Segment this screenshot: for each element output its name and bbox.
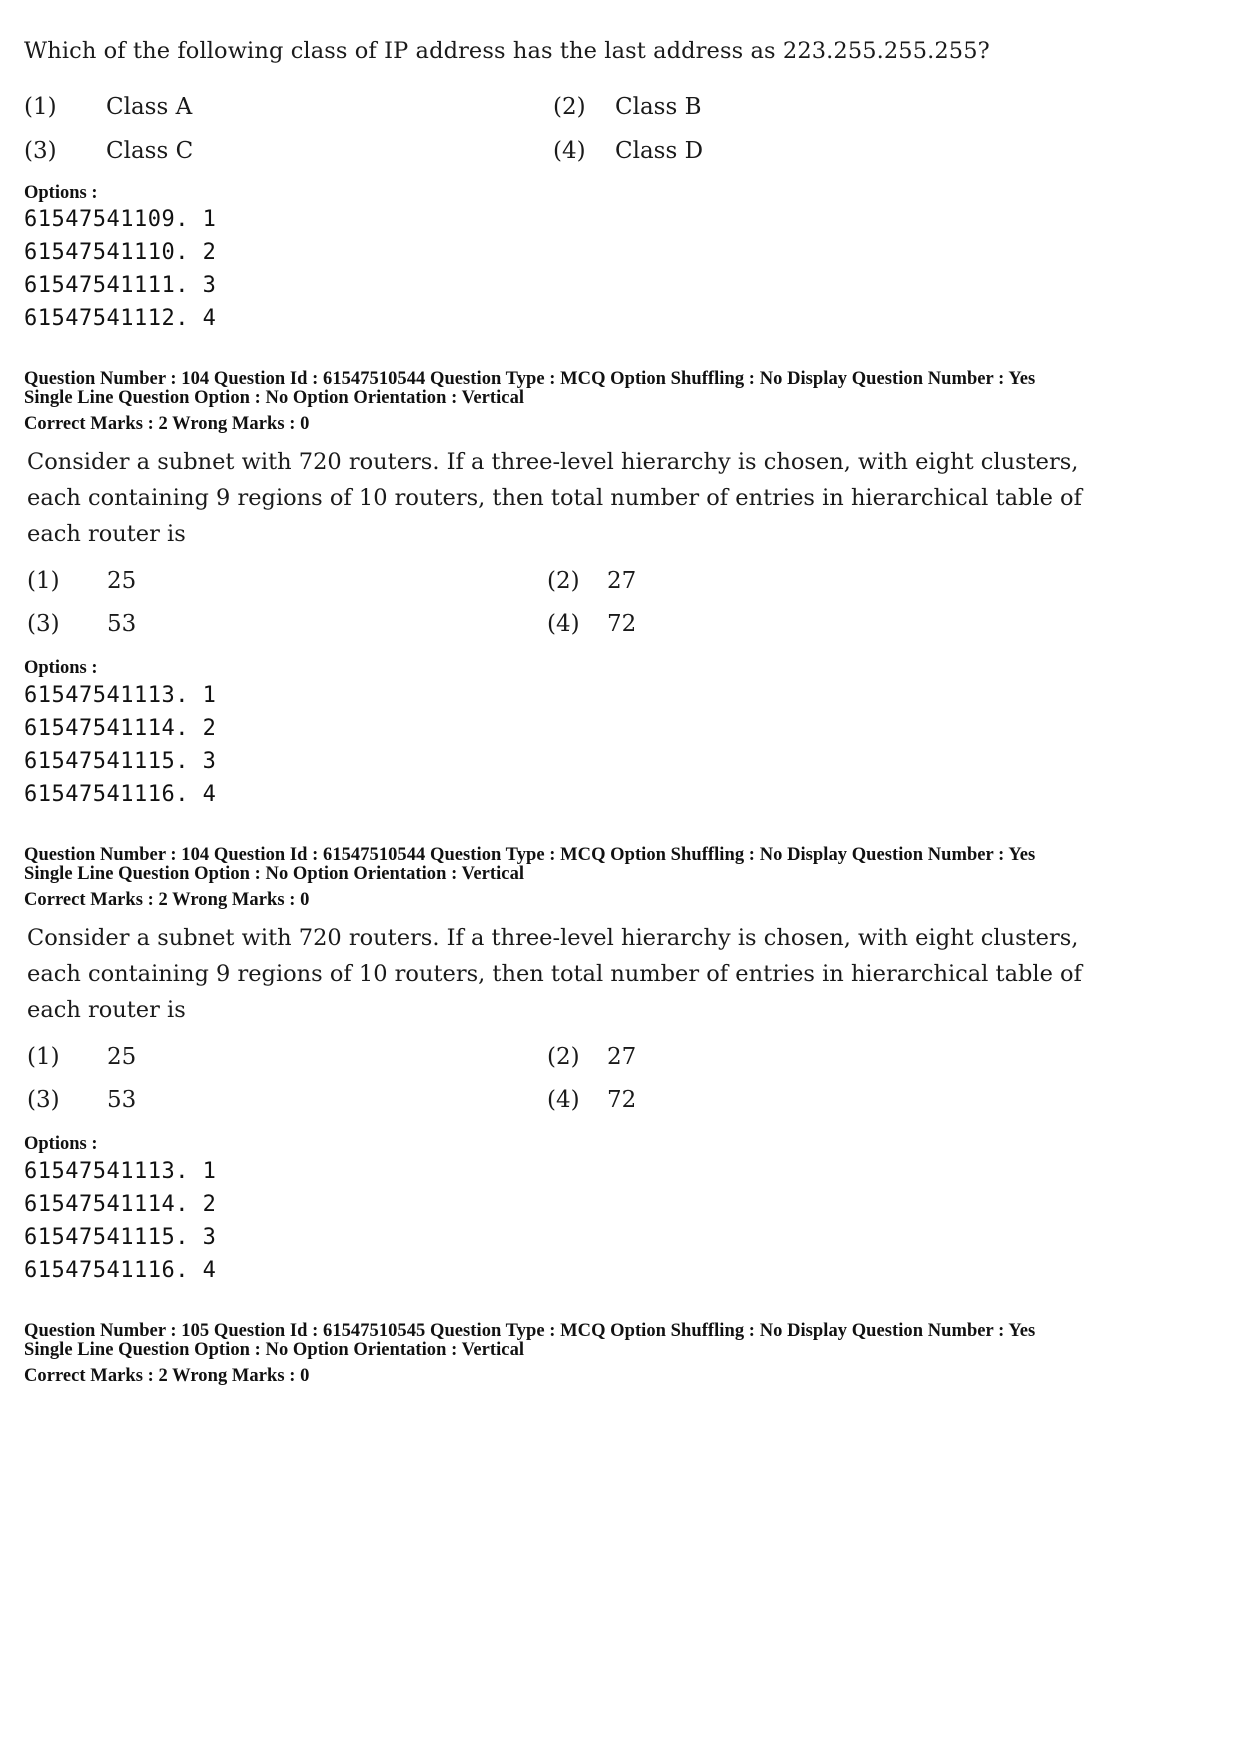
question-text-line: Consider a subnet with 720 routers. If a… <box>27 925 1079 951</box>
option-code: 61547541110. 2 <box>24 240 217 265</box>
choice-text: Class D <box>615 138 704 164</box>
choice-number: (1) <box>27 1044 60 1070</box>
choice-number: (1) <box>27 568 60 594</box>
option-code: 61547541115. 3 <box>24 1225 217 1250</box>
option-code: 61547541113. 1 <box>24 1159 217 1184</box>
choice-text: Class A <box>106 94 193 120</box>
choice-number: (4) <box>547 611 580 637</box>
question-meta-line: Single Line Question Option : No Option … <box>24 388 525 408</box>
option-code: 61547541113. 1 <box>24 683 217 708</box>
marks-line: Correct Marks : 2 Wrong Marks : 0 <box>24 890 310 910</box>
options-label: Options : <box>24 1134 98 1154</box>
question-text-line: each router is <box>27 521 186 547</box>
question-text-line: each containing 9 regions of 10 routers,… <box>27 485 1082 511</box>
question-meta-line: Question Number : 105 Question Id : 6154… <box>24 1321 1036 1341</box>
choice-text: 72 <box>607 611 637 637</box>
option-code: 61547541115. 3 <box>24 749 217 774</box>
choice-number: (3) <box>24 138 57 164</box>
choice-number: (4) <box>553 138 586 164</box>
choice-number: (4) <box>547 1087 580 1113</box>
options-label: Options : <box>24 183 98 203</box>
choice-number: (3) <box>27 611 60 637</box>
question-text: Consider a subnet with 720 routers. If a… <box>27 920 1227 1028</box>
question-text: Consider a subnet with 720 routers. If a… <box>27 444 1227 552</box>
choice-number: (2) <box>553 94 586 120</box>
option-code: 61547541116. 4 <box>24 1258 217 1283</box>
choice-text: 27 <box>607 568 637 594</box>
question-text-line: Consider a subnet with 720 routers. If a… <box>27 449 1079 475</box>
choice-number: (3) <box>27 1087 60 1113</box>
option-code: 61547541114. 2 <box>24 1192 217 1217</box>
choice-number: (1) <box>24 94 57 120</box>
choice-number: (2) <box>547 568 580 594</box>
choice-text: 53 <box>107 611 137 637</box>
marks-line: Correct Marks : 2 Wrong Marks : 0 <box>24 1366 310 1386</box>
marks-line: Correct Marks : 2 Wrong Marks : 0 <box>24 414 310 434</box>
choice-number: (2) <box>547 1044 580 1070</box>
choice-text: Class B <box>615 94 702 120</box>
question-meta-line: Single Line Question Option : No Option … <box>24 1340 525 1360</box>
option-code: 61547541112. 4 <box>24 306 217 331</box>
choice-text: 53 <box>107 1087 137 1113</box>
choice-text: Class C <box>106 138 194 164</box>
option-code: 61547541114. 2 <box>24 716 217 741</box>
question-text-line: each router is <box>27 997 186 1023</box>
choice-text: 25 <box>107 568 137 594</box>
question-meta-line: Question Number : 104 Question Id : 6154… <box>24 369 1036 389</box>
choice-text: 25 <box>107 1044 137 1070</box>
option-code: 61547541111. 3 <box>24 273 217 298</box>
options-label: Options : <box>24 658 98 678</box>
question-meta-line: Single Line Question Option : No Option … <box>24 864 525 884</box>
choice-text: 27 <box>607 1044 637 1070</box>
choice-text: 72 <box>607 1087 637 1113</box>
option-code: 61547541116. 4 <box>24 782 217 807</box>
option-code: 61547541109. 1 <box>24 207 217 232</box>
question-meta-line: Question Number : 104 Question Id : 6154… <box>24 845 1036 865</box>
question-text: Which of the following class of IP addre… <box>24 38 990 64</box>
question-text-line: each containing 9 regions of 10 routers,… <box>27 961 1082 987</box>
